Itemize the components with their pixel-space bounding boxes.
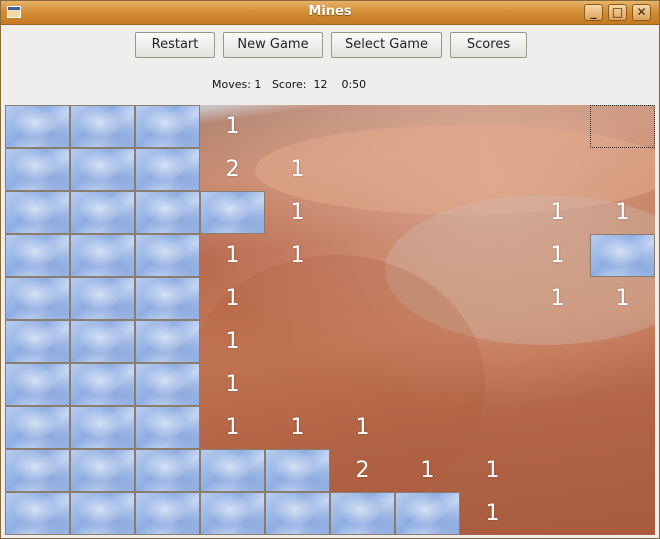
covered-tile[interactable] <box>70 449 135 492</box>
covered-tile[interactable] <box>135 277 200 320</box>
revealed-number-tile[interactable]: 1 <box>590 191 655 234</box>
covered-tile[interactable] <box>70 492 135 535</box>
new-game-button[interactable]: New Game <box>223 32 323 58</box>
covered-tile[interactable] <box>135 320 200 363</box>
covered-tile[interactable] <box>70 320 135 363</box>
maximize-icon[interactable]: □ <box>608 4 627 21</box>
revealed-number-tile[interactable]: 1 <box>265 406 330 449</box>
covered-tile[interactable] <box>265 449 330 492</box>
covered-tile[interactable] <box>70 191 135 234</box>
revealed-number-tile[interactable]: 1 <box>265 148 330 191</box>
select-game-button[interactable]: Select Game <box>331 32 442 58</box>
covered-tile[interactable] <box>5 191 70 234</box>
covered-tile[interactable] <box>135 148 200 191</box>
elapsed-time: 0:50 <box>341 78 367 91</box>
covered-tile[interactable] <box>70 234 135 277</box>
title-bar[interactable]: Mines _ □ ✕ <box>1 1 659 25</box>
revealed-number-tile[interactable]: 1 <box>200 277 265 320</box>
covered-tile[interactable] <box>5 277 70 320</box>
minefield-board[interactable]: 121111111111111112111 <box>5 105 655 535</box>
covered-tile[interactable] <box>200 492 265 535</box>
revealed-number-tile[interactable]: 1 <box>525 277 590 320</box>
covered-tile[interactable] <box>5 406 70 449</box>
mines-window: Mines _ □ ✕ Restart New Game Select Game… <box>0 0 660 539</box>
revealed-number-tile[interactable]: 1 <box>460 492 525 535</box>
revealed-number-tile[interactable]: 1 <box>525 191 590 234</box>
covered-tile[interactable] <box>70 363 135 406</box>
revealed-number-tile[interactable]: 1 <box>460 449 525 492</box>
focused-tile[interactable] <box>590 105 655 148</box>
covered-tile[interactable] <box>135 492 200 535</box>
covered-tile[interactable] <box>200 449 265 492</box>
covered-tile[interactable] <box>5 363 70 406</box>
score-value: Score: 12 <box>271 78 328 91</box>
covered-tile[interactable] <box>265 492 330 535</box>
revealed-number-tile[interactable]: 1 <box>200 363 265 406</box>
minimize-icon[interactable]: _ <box>584 4 603 21</box>
status-bar: Moves: 1 Score: 12 0:50 <box>212 78 366 91</box>
close-icon[interactable]: ✕ <box>632 4 651 21</box>
revealed-number-tile[interactable]: 1 <box>200 406 265 449</box>
covered-tile[interactable] <box>5 320 70 363</box>
moves-count: Moves: 1 <box>212 78 262 91</box>
covered-tile[interactable] <box>5 492 70 535</box>
revealed-number-tile[interactable]: 1 <box>525 234 590 277</box>
covered-tile[interactable] <box>70 105 135 148</box>
covered-tile[interactable] <box>395 492 460 535</box>
covered-tile[interactable] <box>5 105 70 148</box>
covered-tile[interactable] <box>70 406 135 449</box>
restart-button[interactable]: Restart <box>135 32 215 58</box>
covered-tile[interactable] <box>200 191 265 234</box>
revealed-number-tile[interactable]: 1 <box>330 406 395 449</box>
covered-tile[interactable] <box>5 234 70 277</box>
covered-tile[interactable] <box>135 234 200 277</box>
covered-tile[interactable] <box>135 105 200 148</box>
toolbar: Restart New Game Select Game Scores Move… <box>1 25 659 103</box>
revealed-number-tile[interactable]: 1 <box>200 105 265 148</box>
covered-tile[interactable] <box>135 406 200 449</box>
covered-tile[interactable] <box>330 492 395 535</box>
revealed-number-tile[interactable]: 1 <box>265 234 330 277</box>
revealed-number-tile[interactable]: 1 <box>200 234 265 277</box>
revealed-number-tile[interactable]: 2 <box>330 449 395 492</box>
covered-tile[interactable] <box>5 148 70 191</box>
covered-tile[interactable] <box>135 449 200 492</box>
revealed-number-tile[interactable]: 1 <box>395 449 460 492</box>
revealed-number-tile[interactable]: 1 <box>590 277 655 320</box>
revealed-number-tile[interactable]: 1 <box>200 320 265 363</box>
covered-tile[interactable] <box>5 449 70 492</box>
revealed-number-tile[interactable]: 2 <box>200 148 265 191</box>
window-title: Mines <box>308 4 352 19</box>
covered-tile[interactable] <box>70 148 135 191</box>
covered-tile[interactable] <box>590 234 655 277</box>
covered-tile[interactable] <box>70 277 135 320</box>
revealed-number-tile[interactable]: 1 <box>265 191 330 234</box>
scores-button[interactable]: Scores <box>450 32 527 58</box>
covered-tile[interactable] <box>135 191 200 234</box>
covered-tile[interactable] <box>135 363 200 406</box>
